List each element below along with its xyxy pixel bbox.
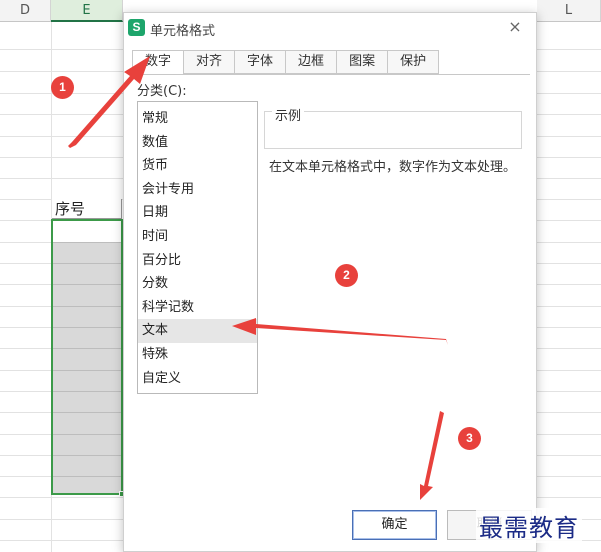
arrow-to-number-tab: [68, 56, 150, 148]
step-badge-2: 2: [335, 264, 358, 287]
annotation-arrows: [68, 56, 448, 500]
arrow-to-text-category: [232, 318, 448, 345]
step-badge-1: 1: [51, 76, 74, 99]
watermark-logo: 最需教育: [476, 508, 582, 543]
step-badge-3: 3: [458, 427, 481, 450]
arrow-to-ok-button: [420, 411, 444, 500]
